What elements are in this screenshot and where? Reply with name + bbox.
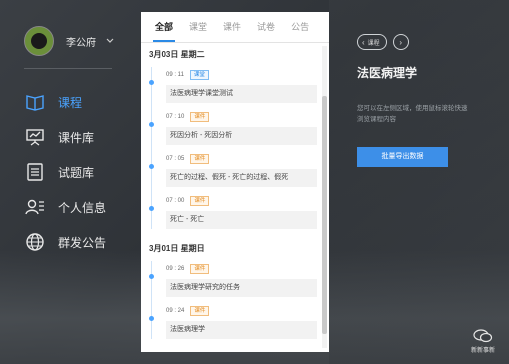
entry-time: 07 : 05 bbox=[166, 156, 185, 162]
tab-exam[interactable]: 试卷 bbox=[249, 12, 283, 42]
course-pager: ‹ 课程 › bbox=[357, 34, 497, 50]
entry-title[interactable]: 法医病理学研究的任务 bbox=[166, 279, 317, 297]
type-badge: 课件 bbox=[190, 112, 210, 122]
timeline-entry[interactable]: 09 : 11 课堂 法医病理学课堂测试 bbox=[149, 67, 329, 103]
chevron-down-icon[interactable] bbox=[106, 36, 114, 46]
globe-icon bbox=[24, 231, 46, 253]
timeline-entry[interactable]: 07 : 10 课件 死因分析 - 死因分析 bbox=[149, 109, 329, 145]
sidebar-item-label: 群发公告 bbox=[58, 235, 107, 250]
timeline-entry[interactable]: 07 : 05 课件 死亡的过程、假死 - 死亡的过程、假死 bbox=[149, 151, 329, 187]
avatar[interactable] bbox=[24, 26, 54, 56]
user-name: 李公府 bbox=[66, 37, 96, 49]
timeline-entry[interactable]: 09 : 26 课件 法医病理学研究的任务 bbox=[149, 261, 329, 297]
sidebar-item-courseware[interactable]: 课件库 bbox=[24, 119, 106, 155]
course-info: ‹ 课程 › 法医病理学 您可以在左侧区域，使用鼠标滚轮快速浏览课程内容 批量导… bbox=[357, 34, 497, 167]
type-badge: 课堂 bbox=[189, 70, 209, 80]
export-data-button[interactable]: 批量导出数据 bbox=[357, 147, 448, 167]
timeline-dot bbox=[149, 164, 154, 169]
entry-title[interactable]: 死因分析 - 死因分析 bbox=[166, 127, 317, 145]
user-menu[interactable]: 李公府 bbox=[24, 26, 114, 56]
document-list-icon bbox=[24, 161, 46, 183]
wechat-icon bbox=[473, 329, 493, 343]
timeline-panel: 全部 课堂 课件 试卷 公告 3月03日 星期二 09 : 11 课堂 法医病理学… bbox=[141, 12, 329, 352]
timeline-group: 09 : 26 课件 法医病理学研究的任务 09 : 24 课件 法医病理学 bbox=[149, 261, 329, 339]
date-heading: 3月03日 星期二 bbox=[149, 50, 205, 59]
timeline-entry[interactable]: 09 : 24 课件 法医病理学 bbox=[149, 303, 329, 339]
timeline-group: 09 : 11 课堂 法医病理学课堂测试 07 : 10 课件 死因分析 - 死因分… bbox=[149, 67, 329, 229]
entry-title[interactable]: 法医病理学 bbox=[166, 321, 317, 339]
watermark: 新新事新 bbox=[471, 329, 495, 354]
divider bbox=[24, 68, 112, 69]
timeline-dot bbox=[149, 316, 154, 321]
course-title: 法医病理学 bbox=[357, 66, 418, 80]
timeline-dot bbox=[149, 274, 154, 279]
entry-time: 07 : 00 bbox=[166, 198, 185, 204]
chevron-right-icon: › bbox=[399, 37, 403, 47]
entry-title[interactable]: 死亡 - 死亡 bbox=[166, 211, 317, 229]
next-button[interactable]: › bbox=[392, 34, 409, 50]
sidebar-item-label: 试题库 bbox=[58, 165, 95, 180]
chevron-left-icon: ‹ bbox=[362, 37, 365, 47]
entry-time: 09 : 24 bbox=[166, 308, 185, 314]
sidebar-item-label: 个人信息 bbox=[58, 200, 107, 215]
presentation-icon bbox=[24, 126, 46, 148]
tab-bar: 全部 课堂 课件 试卷 公告 bbox=[141, 12, 329, 43]
type-badge: 课件 bbox=[190, 196, 210, 206]
entry-time: 07 : 10 bbox=[166, 114, 185, 120]
sidebar-nav: 课程 课件库 试题库 个人信息 群发公告 bbox=[24, 84, 106, 259]
timeline-dot bbox=[149, 80, 154, 85]
entry-title[interactable]: 死亡的过程、假死 - 死亡的过程、假死 bbox=[166, 169, 317, 187]
timeline-entry[interactable]: 07 : 00 课件 死亡 - 死亡 bbox=[149, 193, 329, 229]
date-heading: 3月01日 星期日 bbox=[149, 244, 205, 253]
book-icon bbox=[24, 91, 46, 113]
timeline-dot bbox=[149, 206, 154, 211]
entry-title[interactable]: 法医病理学课堂测试 bbox=[166, 85, 317, 103]
scrollbar-thumb[interactable] bbox=[322, 96, 327, 334]
sidebar-item-label: 课件库 bbox=[58, 130, 95, 145]
watermark-text: 新新事新 bbox=[470, 348, 495, 354]
hint-text: 您可以在左侧区域，使用鼠标滚轮快速浏览课程内容 bbox=[357, 105, 468, 123]
back-label: 课程 bbox=[367, 40, 380, 47]
type-badge: 课件 bbox=[190, 154, 210, 164]
type-badge: 课件 bbox=[190, 306, 210, 316]
sidebar-item-label: 课程 bbox=[58, 95, 83, 110]
tab-classroom[interactable]: 课堂 bbox=[181, 12, 215, 42]
sidebar-item-profile[interactable]: 个人信息 bbox=[24, 189, 106, 225]
entry-time: 09 : 11 bbox=[166, 72, 184, 78]
timeline-list[interactable]: 3月03日 星期二 09 : 11 课堂 法医病理学课堂测试 07 : 10 课件 … bbox=[141, 43, 329, 352]
sidebar: 李公府 课程 课件库 试题库 个人信息 群发公告 bbox=[0, 0, 130, 364]
back-button[interactable]: ‹ 课程 bbox=[357, 34, 387, 50]
sidebar-item-question-bank[interactable]: 试题库 bbox=[24, 154, 106, 190]
timeline-dot bbox=[149, 122, 154, 127]
tab-all[interactable]: 全部 bbox=[147, 12, 181, 42]
sidebar-item-announcement[interactable]: 群发公告 bbox=[24, 224, 106, 260]
person-card-icon bbox=[24, 196, 46, 218]
sidebar-item-course[interactable]: 课程 bbox=[24, 84, 106, 120]
entry-time: 09 : 26 bbox=[166, 266, 185, 272]
type-badge: 课件 bbox=[190, 264, 210, 274]
tab-courseware[interactable]: 课件 bbox=[215, 12, 249, 42]
tab-announcement[interactable]: 公告 bbox=[283, 12, 317, 42]
